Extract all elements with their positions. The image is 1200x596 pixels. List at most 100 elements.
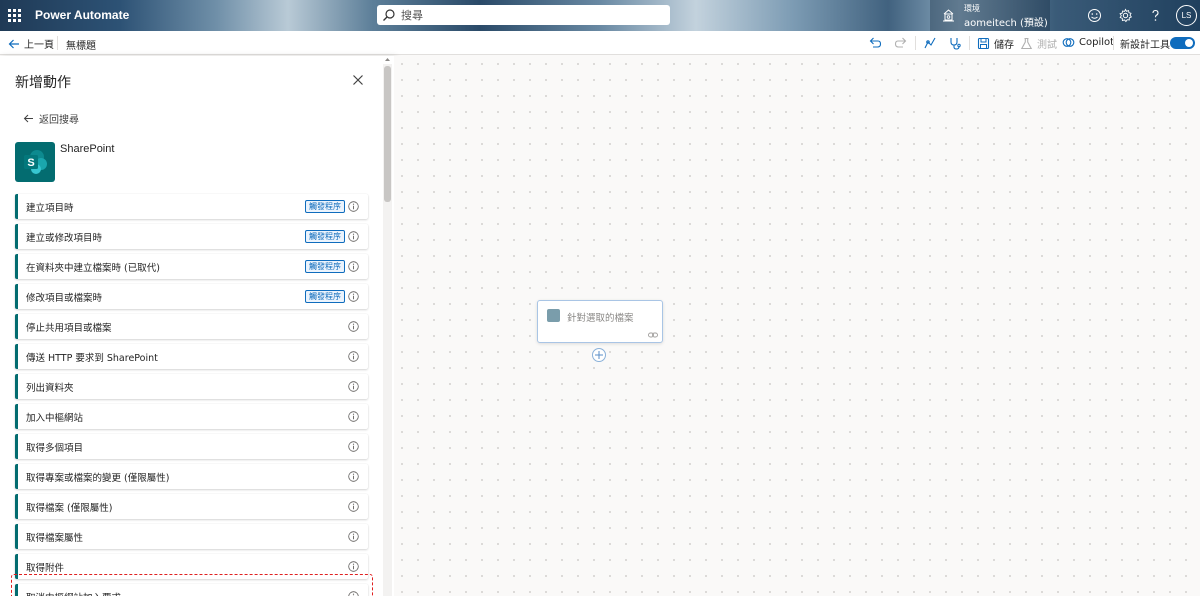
designer-toolbar: 上一頁 無標題 儲存 測試 Copilot 新設計工具 xyxy=(0,31,1200,55)
action-item-label: 取得檔案屬性 xyxy=(26,533,84,544)
top-header: Power Automate 環境 aomeitech (預設) LS xyxy=(0,0,1200,31)
beaker-icon xyxy=(1020,37,1033,50)
info-icon[interactable] xyxy=(348,531,359,542)
gear-icon[interactable] xyxy=(1118,8,1133,23)
action-item-label: 取得多個項目 xyxy=(26,443,84,454)
action-item-label: 取得專案或檔案的變更 (僅限屬性) xyxy=(26,473,170,484)
action-item[interactable]: 建立項目時 觸發程序 xyxy=(15,194,368,219)
app-launcher-icon[interactable] xyxy=(6,7,22,23)
toolbar-divider xyxy=(969,36,970,50)
info-icon[interactable] xyxy=(348,471,359,482)
search-input[interactable] xyxy=(401,7,661,23)
new-designer-label: 新設計工具 xyxy=(1120,40,1170,51)
arrow-left-icon xyxy=(8,39,19,48)
copilot-icon xyxy=(1062,38,1075,47)
add-action-panel: 新增動作 返回搜尋 S SharePoint 建立項目時 觸發程序 建立或修改項目時… xyxy=(0,56,394,596)
action-item[interactable]: 取消中樞網站加入要求 xyxy=(15,584,368,596)
new-designer-toggle[interactable] xyxy=(1170,37,1195,49)
global-search[interactable] xyxy=(377,5,670,25)
info-icon[interactable] xyxy=(348,381,359,392)
redo-icon[interactable] xyxy=(894,36,908,50)
close-icon[interactable] xyxy=(352,74,364,86)
action-item[interactable]: 在資料夾中建立檔案時 (已取代) 觸發程序 xyxy=(15,254,368,279)
back-button[interactable]: 上一頁 xyxy=(8,36,54,51)
flow-checker-icon[interactable] xyxy=(923,36,937,50)
toolbar-divider xyxy=(1113,36,1114,50)
undo-icon[interactable] xyxy=(868,36,882,50)
action-item[interactable]: 取得附件 xyxy=(15,554,368,579)
info-icon[interactable] xyxy=(348,231,359,242)
designer-canvas[interactable]: 針對選取的檔案 xyxy=(394,56,1200,596)
action-list: 建立項目時 觸發程序 建立或修改項目時 觸發程序 在資料夾中建立檔案時 (已取代) 觸發程… xyxy=(15,194,368,596)
save-button[interactable]: 儲存 xyxy=(977,36,1014,51)
action-item[interactable]: 取得多個項目 xyxy=(15,434,368,459)
info-icon[interactable] xyxy=(348,411,359,422)
sharepoint-logo-icon: S xyxy=(15,142,55,182)
trigger-node-label: 針對選取的檔案 xyxy=(567,313,634,324)
action-item[interactable]: 列出資料夾 xyxy=(15,374,368,399)
user-avatar[interactable]: LS xyxy=(1176,5,1197,26)
action-item-label: 建立或修改項目時 xyxy=(26,233,103,244)
flow-title[interactable]: 無標題 xyxy=(66,37,96,52)
action-item[interactable]: 傳送 HTTP 要求到 SharePoint xyxy=(15,344,368,369)
svg-text:S: S xyxy=(27,157,34,169)
panel-title: 新增動作 xyxy=(15,75,71,91)
app-title[interactable]: Power Automate xyxy=(35,8,129,22)
trigger-badge: 觸發程序 xyxy=(305,200,345,213)
trigger-badge: 觸發程序 xyxy=(305,230,345,243)
action-item-label: 建立項目時 xyxy=(26,203,74,214)
environment-label: 環境 xyxy=(964,4,980,13)
info-icon[interactable] xyxy=(348,351,359,362)
info-icon[interactable] xyxy=(348,201,359,212)
action-item[interactable]: 取得檔案 (僅限屬性) xyxy=(15,494,368,519)
action-item[interactable]: 停止共用項目或檔案 xyxy=(15,314,368,339)
info-icon[interactable] xyxy=(348,561,359,572)
sharepoint-icon xyxy=(547,309,560,322)
arrow-left-icon xyxy=(23,114,33,123)
copilot-button[interactable]: Copilot xyxy=(1062,36,1114,49)
environment-picker[interactable]: 環境 aomeitech (預設) xyxy=(930,0,1050,31)
action-item[interactable]: 加入中樞網站 xyxy=(15,404,368,429)
info-icon[interactable] xyxy=(348,501,359,512)
action-item[interactable]: 建立或修改項目時 觸發程序 xyxy=(15,224,368,249)
back-to-search-link[interactable]: 返回搜尋 xyxy=(23,111,79,126)
action-item-label: 停止共用項目或檔案 xyxy=(26,323,112,334)
trigger-node[interactable]: 針對選取的檔案 xyxy=(537,300,663,343)
plus-icon xyxy=(595,351,603,359)
action-item-label: 取消中樞網站加入要求 xyxy=(26,590,121,596)
action-item-label: 取得附件 xyxy=(26,563,65,574)
add-step-button[interactable] xyxy=(592,348,606,362)
info-icon[interactable] xyxy=(348,321,359,332)
save-icon xyxy=(977,37,990,50)
environment-icon xyxy=(943,9,954,22)
trigger-badge: 觸發程序 xyxy=(305,260,345,273)
back-label: 上一頁 xyxy=(24,40,54,51)
help-icon[interactable] xyxy=(1148,8,1163,23)
action-item[interactable]: 取得檔案屬性 xyxy=(15,524,368,549)
scrollbar-thumb[interactable] xyxy=(384,66,391,202)
action-item[interactable]: 取得專案或檔案的變更 (僅限屬性) xyxy=(15,464,368,489)
action-item-label: 列出資料夾 xyxy=(26,383,74,394)
action-item-label: 修改項目或檔案時 xyxy=(26,293,103,304)
action-item-label: 加入中樞網站 xyxy=(26,413,84,424)
search-icon xyxy=(383,9,395,21)
info-icon[interactable] xyxy=(348,441,359,452)
save-label: 儲存 xyxy=(994,40,1014,51)
scroll-up-arrow-icon[interactable] xyxy=(384,56,391,63)
connector-name: SharePoint xyxy=(60,143,115,155)
action-item-label: 傳送 HTTP 要求到 SharePoint xyxy=(26,353,158,364)
back-to-search-label: 返回搜尋 xyxy=(39,115,79,126)
environment-name: aomeitech (預設) xyxy=(964,18,1048,29)
info-icon[interactable] xyxy=(348,591,359,596)
test-button[interactable]: 測試 xyxy=(1020,36,1057,51)
toolbar-divider xyxy=(915,36,916,50)
action-item[interactable]: 修改項目或檔案時 觸發程序 xyxy=(15,284,368,309)
copilot-label: Copilot xyxy=(1079,37,1115,48)
action-item-label: 取得檔案 (僅限屬性) xyxy=(26,503,113,514)
stethoscope-icon[interactable] xyxy=(948,36,962,50)
info-icon[interactable] xyxy=(348,261,359,272)
info-icon[interactable] xyxy=(348,291,359,302)
action-item-label: 在資料夾中建立檔案時 (已取代) xyxy=(26,263,160,274)
link-icon xyxy=(648,332,658,338)
smiley-icon[interactable] xyxy=(1087,8,1102,23)
